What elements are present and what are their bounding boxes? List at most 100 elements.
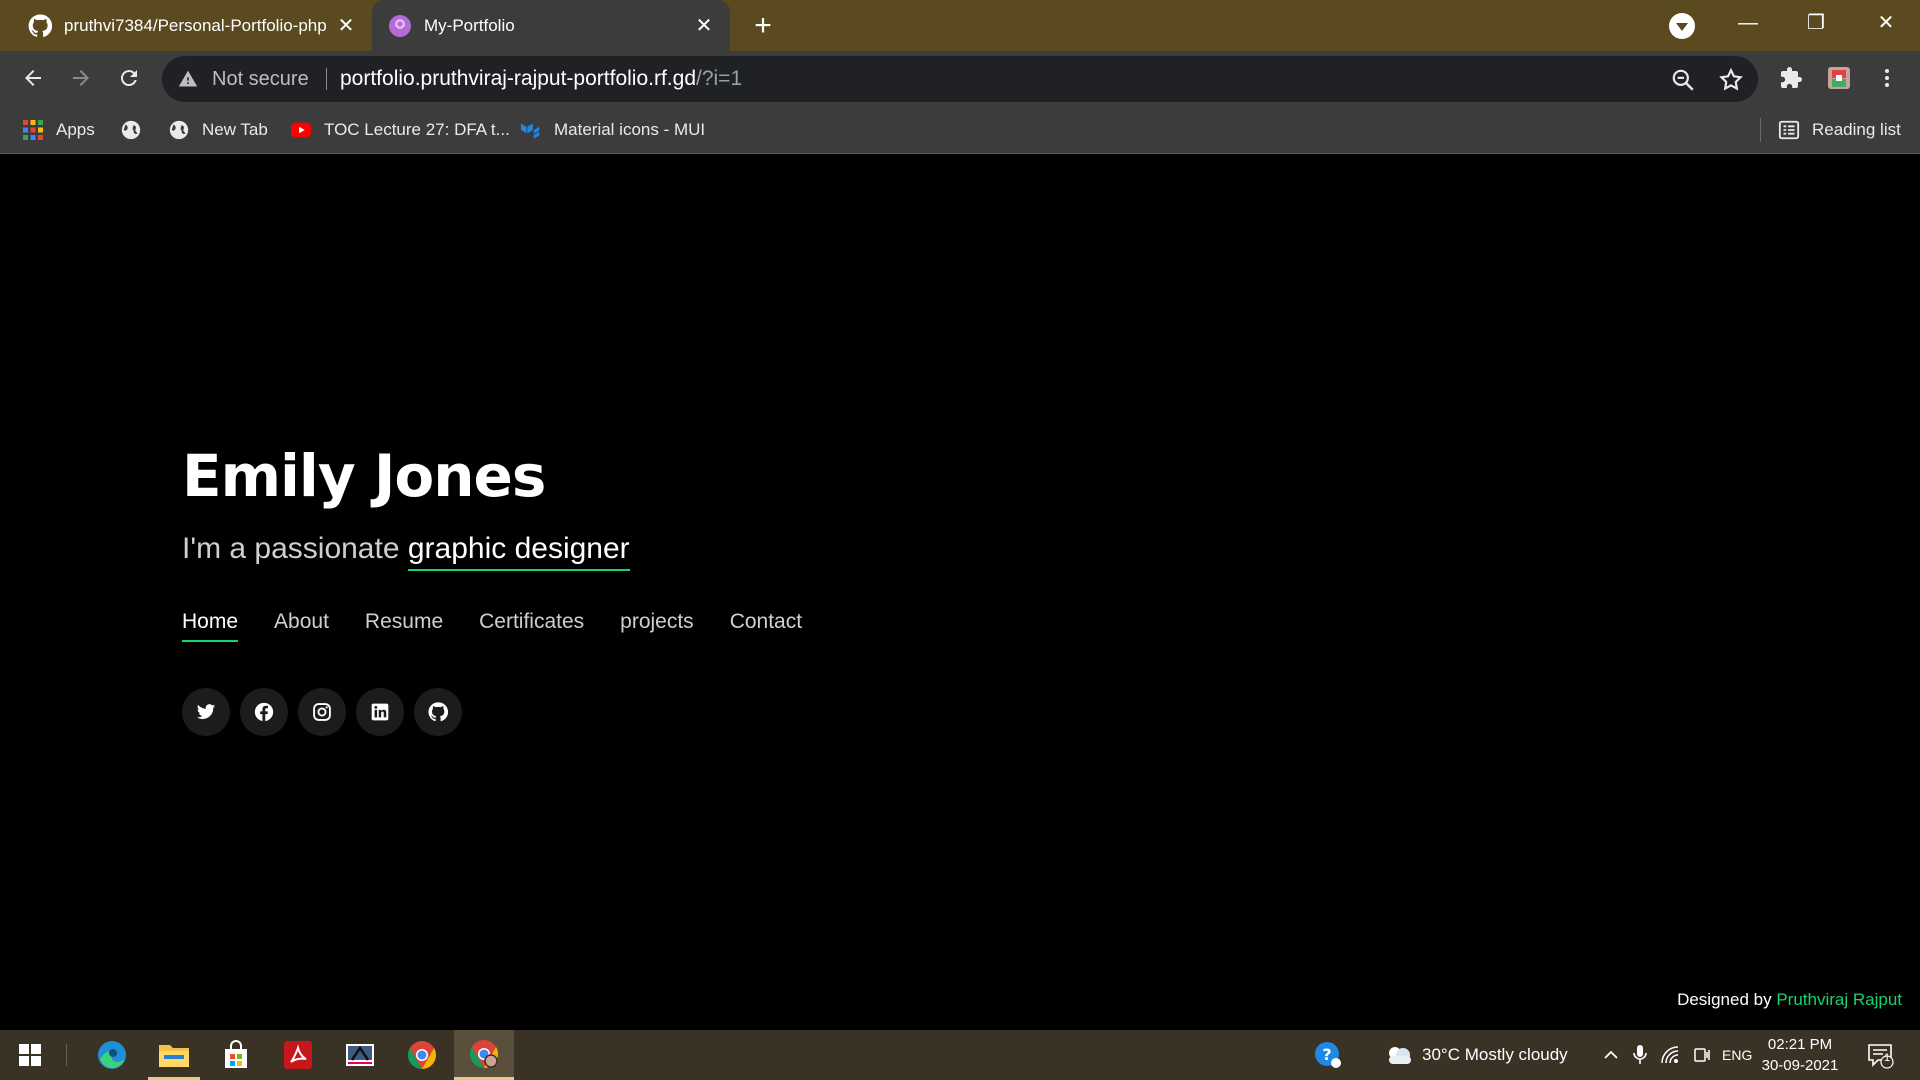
nav-projects[interactable]: projects <box>620 610 694 642</box>
nav-certificates[interactable]: Certificates <box>479 610 584 642</box>
more-vert-icon <box>1885 69 1889 87</box>
twitter-link[interactable] <box>182 688 230 736</box>
folder-icon <box>159 1045 189 1067</box>
cloud-icon <box>1389 1047 1411 1064</box>
taskbar-store[interactable] <box>206 1030 266 1080</box>
bookmarks-divider <box>1760 118 1761 142</box>
apps-grid-icon <box>23 120 43 140</box>
globe-icon <box>121 120 141 140</box>
start-button[interactable] <box>0 1030 60 1080</box>
puzzle-icon <box>1781 67 1802 88</box>
tab-github[interactable]: pruthvi7384/Personal-Portfolio-php ✕ <box>28 0 358 51</box>
taskbar-edge[interactable] <box>82 1030 142 1080</box>
hero-name: Emily Jones <box>182 442 546 510</box>
portfolio-page: Emily Jones I'm a passionate graphic des… <box>0 154 1920 1030</box>
bookmark-material-icons[interactable]: Material icons - MUI <box>520 106 705 154</box>
acrobat-icon <box>284 1041 312 1069</box>
reading-list-icon <box>1778 120 1800 140</box>
svg-text:?: ? <box>1322 1045 1331 1064</box>
weather-widget[interactable]: 30°C Mostly cloudy <box>1384 1030 1568 1080</box>
edge-icon <box>98 1041 126 1069</box>
url-text[interactable]: portfolio.pruthviraj-rajput-portfolio.rf… <box>340 56 742 102</box>
windows-taskbar: ? 30°C Mostly cloudy ENG 02:21 PM 30-09-… <box>0 1030 1920 1080</box>
nav-contact[interactable]: Contact <box>730 610 802 642</box>
taskbar-chrome-profile[interactable] <box>454 1030 514 1080</box>
site-security-indicator[interactable]: Not secure <box>178 56 309 102</box>
tab-search-icon[interactable] <box>1669 13 1695 39</box>
minimize-icon[interactable]: — <box>1730 8 1766 38</box>
nav-resume[interactable]: Resume <box>365 610 443 642</box>
instagram-link[interactable] <box>298 688 346 736</box>
bookmark-toc-lecture[interactable]: TOC Lecture 27: DFA t... <box>290 106 510 154</box>
subtitle-prefix: I'm a passionate <box>182 532 400 565</box>
hero-subtitle: I'm a passionate graphic designer <box>182 532 630 571</box>
taskbar-chrome[interactable] <box>392 1030 452 1080</box>
back-button[interactable] <box>16 61 50 95</box>
main-nav: Home About Resume Certificates projects … <box>182 610 802 642</box>
zoom-icon[interactable] <box>1670 67 1696 93</box>
not-secure-label: Not secure <box>212 67 309 90</box>
social-links <box>182 688 462 736</box>
notifications-button[interactable]: 1 <box>1866 1030 1894 1080</box>
github-link[interactable] <box>414 688 462 736</box>
network-tray-button[interactable] <box>1660 1030 1680 1080</box>
volume-tray-button[interactable] <box>1692 1030 1712 1080</box>
credit-prefix: Designed by <box>1677 990 1772 1009</box>
language-indicator[interactable]: ENG <box>1722 1030 1752 1080</box>
address-bar[interactable]: Not secure portfolio.pruthviraj-rajput-p… <box>162 56 1758 102</box>
clock-time: 02:21 PM <box>1767 1036 1833 1053</box>
close-tab-icon[interactable]: ✕ <box>334 14 358 38</box>
browser-titlebar: pruthvi7384/Personal-Portfolio-php ✕ My-… <box>0 0 1920 51</box>
nav-home[interactable]: Home <box>182 610 239 642</box>
taskbar-help[interactable]: ? <box>1298 1030 1358 1080</box>
taskbar-acrobat[interactable] <box>268 1030 328 1080</box>
nav-about[interactable]: About <box>274 610 329 642</box>
warning-icon <box>178 70 198 87</box>
show-hidden-icons-button[interactable] <box>1602 1030 1620 1080</box>
weather-text: 30°C Mostly cloudy <box>1422 1045 1568 1064</box>
bookmark-apps[interactable]: Apps <box>22 106 95 154</box>
restore-icon[interactable]: ❐ <box>1798 8 1834 38</box>
github-icon <box>428 702 448 722</box>
extensions-button[interactable] <box>1774 61 1808 95</box>
taskbar-snipping-tool[interactable] <box>330 1030 390 1080</box>
store-icon <box>225 1040 247 1068</box>
profile-button[interactable] <box>1822 61 1856 95</box>
wifi-icon <box>1661 1046 1679 1064</box>
reading-list-button[interactable]: Reading list <box>1778 106 1901 154</box>
clock[interactable]: 02:21 PM 30-09-2021 <box>1752 1034 1848 1076</box>
linkedin-link[interactable] <box>356 688 404 736</box>
bookmark-globe[interactable] <box>120 106 154 154</box>
new-tab-button[interactable]: + <box>748 11 778 42</box>
mui-icon <box>520 123 540 139</box>
taskbar-file-explorer[interactable] <box>144 1030 204 1080</box>
url-query: /?i=1 <box>696 67 743 90</box>
linkedin-icon <box>371 703 389 721</box>
bookmark-label: New Tab <box>202 120 268 139</box>
close-tab-icon[interactable]: ✕ <box>692 14 716 38</box>
taskbar-divider <box>66 1044 67 1066</box>
snipping-tool-icon <box>346 1044 374 1066</box>
bookmarks-bar: Apps New Tab TOC Lecture 27: DFA t... Ma… <box>0 106 1920 154</box>
credit-author-link[interactable]: Pruthviraj Rajput <box>1776 990 1902 1009</box>
menu-button[interactable] <box>1870 61 1904 95</box>
bookmark-label: TOC Lecture 27: DFA t... <box>324 120 510 139</box>
url-host: portfolio.pruthviraj-rajput-portfolio.rf… <box>340 67 696 90</box>
forward-button[interactable] <box>64 61 98 95</box>
facebook-link[interactable] <box>240 688 288 736</box>
windows-logo-icon <box>19 1044 41 1066</box>
reading-list-label: Reading list <box>1812 120 1901 139</box>
microphone-tray-button[interactable] <box>1632 1030 1648 1080</box>
tab-title: My-Portfolio <box>424 15 515 35</box>
bookmark-star-icon[interactable] <box>1718 67 1744 93</box>
bookmark-new-tab[interactable]: New Tab <box>168 106 268 154</box>
tab-my-portfolio[interactable]: My-Portfolio ✕ <box>372 0 730 51</box>
facebook-icon <box>254 702 274 722</box>
portfolio-favicon-icon <box>389 14 411 37</box>
reload-button[interactable] <box>112 61 146 95</box>
notification-count: 1 <box>1883 1052 1891 1064</box>
chevron-up-icon <box>1604 1050 1618 1059</box>
close-window-icon[interactable]: ✕ <box>1868 8 1904 38</box>
twitter-icon <box>196 704 216 720</box>
github-icon <box>28 13 52 37</box>
